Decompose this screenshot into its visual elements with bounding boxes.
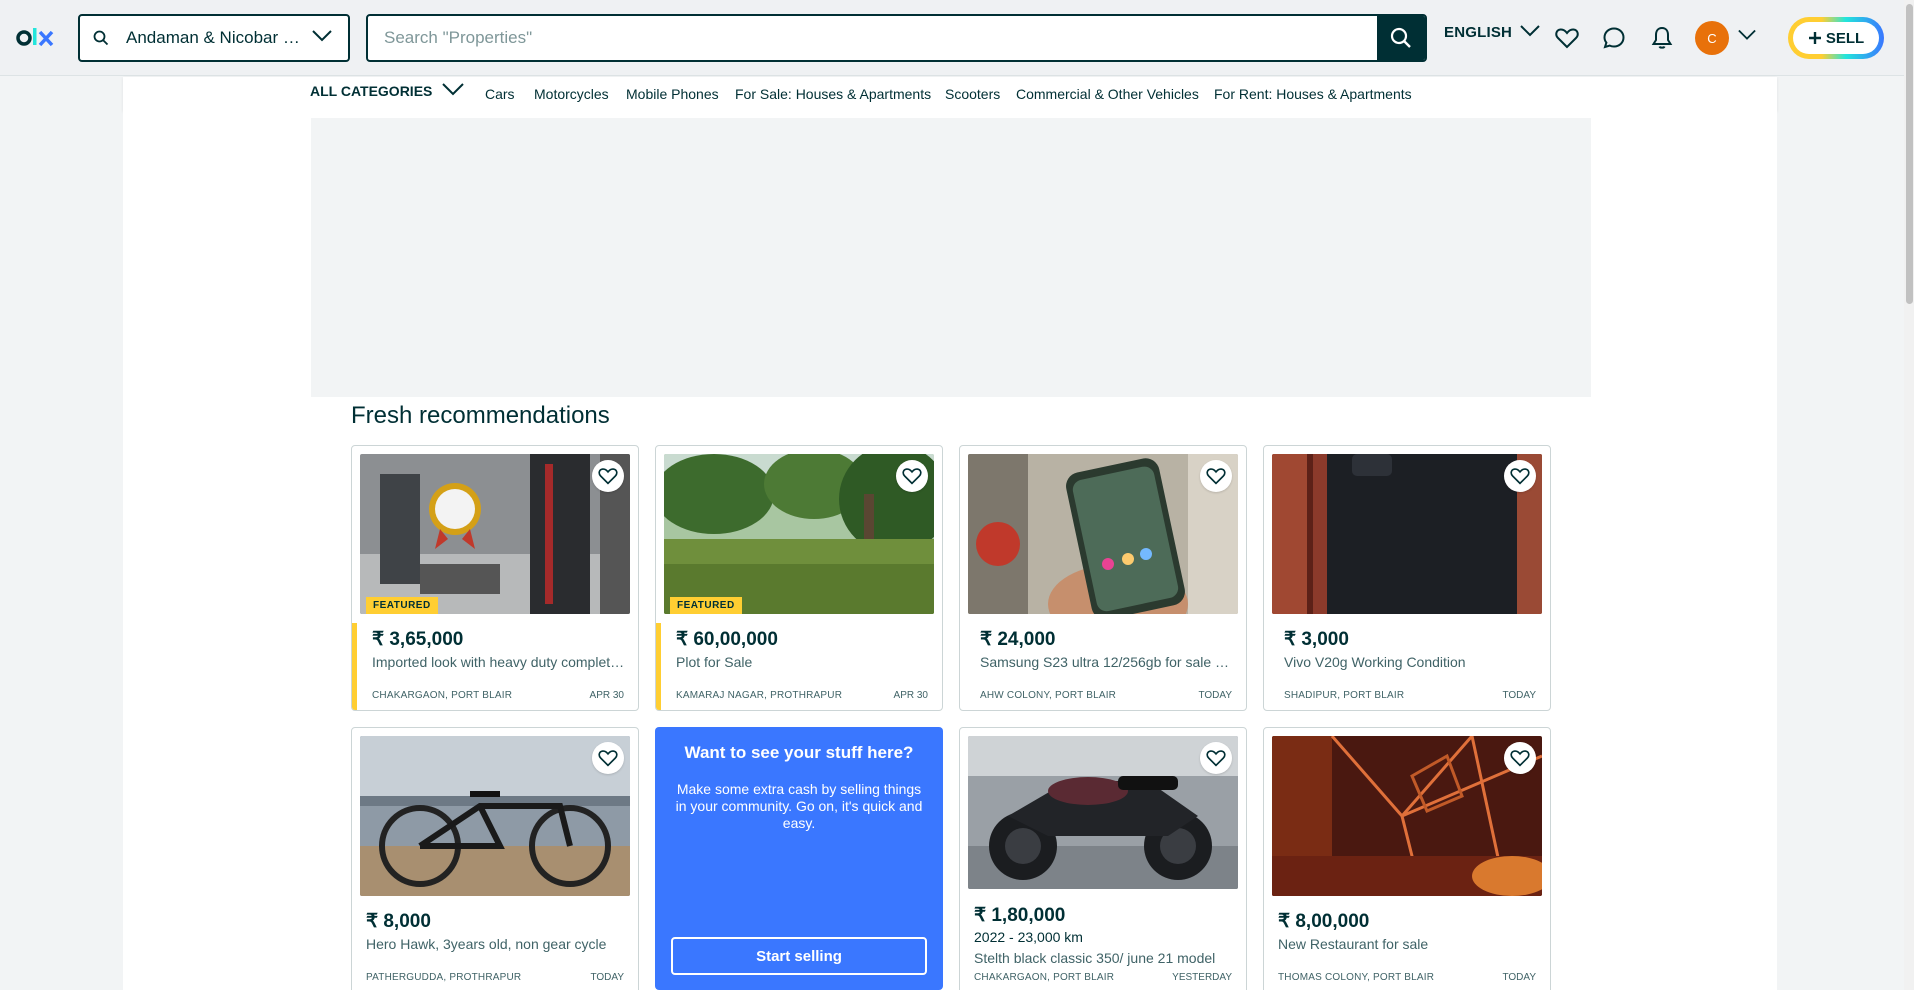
listing-title: New Restaurant for sale bbox=[1278, 936, 1429, 952]
bell-icon[interactable] bbox=[1648, 24, 1676, 52]
featured-badge: FEATURED bbox=[366, 597, 438, 614]
listing-price: ₹ 8,00,000 bbox=[1278, 911, 1370, 932]
search-icon bbox=[90, 27, 112, 49]
favorite-button[interactable] bbox=[592, 460, 624, 492]
scrollbar-thumb[interactable] bbox=[1906, 4, 1913, 304]
listing-date: Today bbox=[1198, 690, 1232, 701]
listing-subtitle: 2022 - 23,000 km bbox=[974, 929, 1083, 945]
chevron-down-icon[interactable] bbox=[1738, 28, 1756, 46]
search-button[interactable] bbox=[1377, 16, 1425, 60]
heart-icon bbox=[1510, 750, 1530, 767]
search-icon bbox=[1390, 27, 1411, 48]
location-selector[interactable]: Andaman & Nicobar Islands bbox=[78, 14, 350, 62]
avatar[interactable]: C bbox=[1695, 21, 1729, 55]
favorite-button[interactable] bbox=[896, 460, 928, 492]
category-link-scooters[interactable]: Scooters bbox=[945, 86, 1000, 102]
heart-icon bbox=[1206, 750, 1226, 767]
listing-location: Kamaraj Nagar, Prothrapur bbox=[676, 690, 843, 701]
language-selector[interactable]: ENGLISH bbox=[1444, 24, 1540, 41]
favorite-button[interactable] bbox=[1200, 742, 1232, 774]
listing-price: ₹ 1,80,000 bbox=[974, 905, 1066, 926]
listing-price: ₹ 3,000 bbox=[1284, 629, 1349, 650]
listing-location: AHW Colony, Port Blair bbox=[980, 690, 1117, 701]
search-bar bbox=[366, 14, 1427, 62]
promo-title: Want to see your stuff here? bbox=[684, 743, 914, 762]
listing-title: Plot for Sale bbox=[676, 654, 753, 670]
listing-date: Today bbox=[1502, 972, 1536, 983]
sell-button[interactable]: SELL bbox=[1788, 17, 1884, 59]
listing-title: Stelth black classic 350/ june 21 model bbox=[974, 950, 1216, 966]
heart-icon bbox=[1510, 468, 1530, 485]
heart-icon bbox=[598, 468, 618, 485]
chat-icon[interactable] bbox=[1600, 24, 1628, 52]
chevron-down-icon bbox=[1520, 24, 1540, 41]
sell-label: SELL bbox=[1825, 29, 1865, 47]
featured-badge: FEATURED bbox=[670, 597, 742, 614]
listing-image bbox=[1272, 454, 1542, 614]
listing-image bbox=[360, 736, 630, 896]
listing-title: Imported look with heavy duty complete h… bbox=[372, 654, 628, 670]
listing-card[interactable]: ₹ 1,80,000 2022 - 23,000 km Stelth black… bbox=[959, 727, 1247, 990]
listing-image: FEATURED bbox=[664, 454, 934, 614]
promo-text: Make some extra cash by selling things i… bbox=[675, 781, 923, 831]
listing-image: FEATURED bbox=[360, 454, 630, 614]
chevron-down-icon bbox=[312, 29, 332, 47]
sell-promo-card: Want to see your stuff here? Make some e… bbox=[655, 727, 943, 990]
category-link-commercial-vehicles[interactable]: Commercial & Other Vehicles bbox=[1016, 86, 1199, 102]
category-link-motorcycles[interactable]: Motorcycles bbox=[534, 86, 609, 102]
location-text: Andaman & Nicobar Islands bbox=[126, 28, 304, 47]
category-bar: ALL CATEGORIES Cars Motorcycles Mobile P… bbox=[123, 77, 1777, 111]
listing-image bbox=[1272, 736, 1542, 896]
listing-card[interactable]: FEATURED ₹ 60,00,000 Plot for Sale Kamar… bbox=[655, 445, 943, 711]
listing-date: Yesterday bbox=[1172, 972, 1232, 983]
listing-card[interactable]: FEATURED ₹ 3,65,000 Imported look with h… bbox=[351, 445, 639, 711]
plus-icon bbox=[1808, 32, 1821, 44]
category-link-mobile-phones[interactable]: Mobile Phones bbox=[626, 86, 719, 102]
listing-date: Today bbox=[1502, 690, 1536, 701]
olx-logo[interactable] bbox=[16, 24, 60, 52]
top-header: Andaman & Nicobar Islands ENGLISH C SELL bbox=[0, 0, 1904, 76]
favorite-button[interactable] bbox=[1504, 460, 1536, 492]
listing-price: ₹ 60,00,000 bbox=[676, 629, 778, 650]
listing-date: Apr 30 bbox=[589, 690, 624, 701]
listing-card[interactable]: ₹ 8,000 Hero Hawk, 3years old, non gear … bbox=[351, 727, 639, 990]
listing-title: Hero Hawk, 3years old, non gear cycle bbox=[366, 936, 607, 952]
avatar-initial: C bbox=[1707, 30, 1717, 46]
listing-card[interactable]: ₹ 24,000 Samsung S23 ultra 12/256gb for … bbox=[959, 445, 1247, 711]
heart-icon[interactable] bbox=[1553, 24, 1581, 52]
listing-image bbox=[968, 736, 1238, 889]
listing-title: Samsung S23 ultra 12/256gb for sale 4 mo… bbox=[980, 654, 1236, 670]
listing-date: Apr 30 bbox=[893, 690, 928, 701]
all-categories-label: ALL CATEGORIES bbox=[310, 82, 433, 99]
ad-banner bbox=[311, 118, 1591, 397]
listing-location: Chakargaon, Port Blair bbox=[974, 972, 1115, 983]
listing-location: Thomas Colony, Port Blair bbox=[1278, 972, 1435, 983]
listing-price: ₹ 24,000 bbox=[980, 629, 1056, 650]
listing-date: Today bbox=[590, 972, 624, 983]
favorite-button[interactable] bbox=[592, 742, 624, 774]
all-categories-dropdown[interactable]: ALL CATEGORIES bbox=[310, 82, 465, 99]
heart-icon bbox=[902, 468, 922, 485]
category-link-cars[interactable]: Cars bbox=[485, 86, 515, 102]
listing-image bbox=[968, 454, 1238, 614]
listing-location: Shadipur, Port Blair bbox=[1284, 690, 1405, 701]
listing-location: Pathergudda, Prothrapur bbox=[366, 972, 522, 983]
favorite-button[interactable] bbox=[1504, 742, 1536, 774]
listing-price: ₹ 8,000 bbox=[366, 911, 431, 932]
favorite-button[interactable] bbox=[1200, 460, 1232, 492]
heart-icon bbox=[1206, 468, 1226, 485]
chevron-down-icon bbox=[442, 82, 465, 99]
language-label: ENGLISH bbox=[1444, 24, 1513, 41]
start-selling-button[interactable]: Start selling bbox=[671, 937, 927, 975]
listing-card[interactable]: ₹ 3,000 Vivo V20g Working Condition Shad… bbox=[1263, 445, 1551, 711]
search-input[interactable] bbox=[368, 16, 1377, 60]
listing-location: Chakargaon, Port Blair bbox=[372, 690, 513, 701]
listing-price: ₹ 3,65,000 bbox=[372, 629, 464, 650]
listing-title: Vivo V20g Working Condition bbox=[1284, 654, 1466, 670]
section-title: Fresh recommendations bbox=[351, 402, 610, 429]
category-link-for-sale-houses[interactable]: For Sale: Houses & Apartments bbox=[735, 86, 931, 102]
listing-card[interactable]: ₹ 8,00,000 New Restaurant for sale Thoma… bbox=[1263, 727, 1551, 990]
heart-icon bbox=[598, 750, 618, 767]
category-link-for-rent-houses[interactable]: For Rent: Houses & Apartments bbox=[1214, 86, 1412, 102]
